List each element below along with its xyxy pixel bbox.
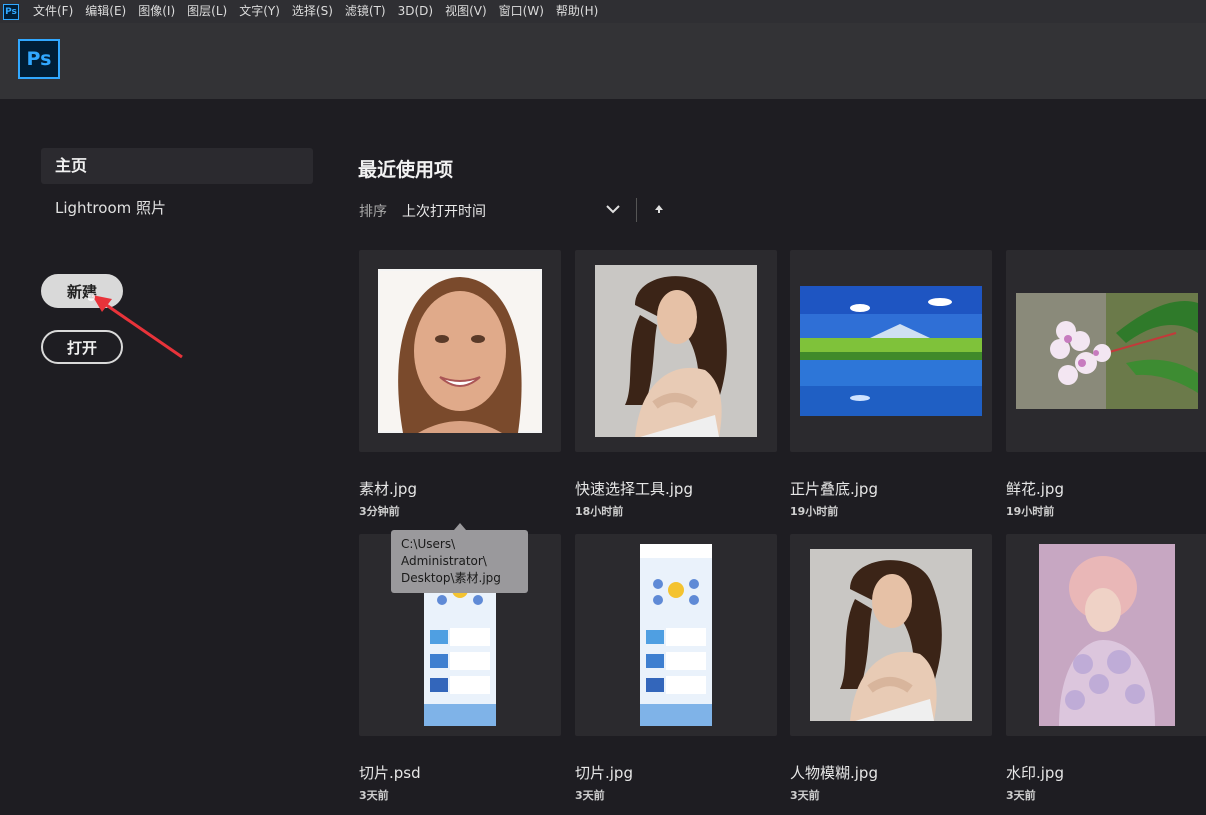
recent-file-card[interactable]: 水印.jpg 3天前: [1006, 534, 1206, 803]
photoshop-app-icon[interactable]: Ps: [3, 3, 19, 20]
recent-file-card[interactable]: 切片.jpg 3天前: [575, 534, 777, 803]
menu-filter[interactable]: 滤镜(T): [339, 0, 392, 23]
pastel-portrait-thumbnail-icon: [1039, 544, 1175, 726]
file-thumbnail[interactable]: [1006, 534, 1206, 736]
home-header: Ps: [0, 23, 1206, 99]
menu-edit[interactable]: 编辑(E): [79, 0, 132, 23]
woman-thumbnail-icon: [595, 265, 757, 437]
infographic-thumbnail-icon: [640, 544, 712, 726]
ps-logo: Ps: [18, 39, 60, 79]
file-time: 3天前: [1006, 789, 1036, 802]
file-name: 切片.psd: [359, 764, 421, 782]
landscape-thumbnail-icon: [800, 286, 982, 416]
woman-thumbnail-icon: [810, 549, 972, 721]
file-thumbnail[interactable]: [575, 534, 777, 736]
file-time: 3天前: [790, 789, 820, 802]
file-name: 快速选择工具.jpg: [575, 480, 693, 498]
recent-file-card[interactable]: 人物模糊.jpg 3天前: [790, 534, 992, 803]
file-thumbnail[interactable]: [790, 534, 992, 736]
file-thumbnail[interactable]: [575, 250, 777, 452]
portrait-thumbnail-icon: [378, 269, 542, 433]
file-time: 19小时前: [790, 505, 839, 518]
annotation-arrow-icon: [88, 293, 183, 359]
menu-window[interactable]: 窗口(W): [493, 0, 550, 23]
sidebar-item-home[interactable]: 主页: [41, 148, 313, 184]
tooltip-caret: [454, 523, 466, 530]
recent-file-card[interactable]: 素材.jpg 3分钟前: [359, 250, 561, 519]
sidebar-item-lightroom[interactable]: Lightroom 照片: [55, 197, 166, 218]
menu-view[interactable]: 视图(V): [439, 0, 493, 23]
menu-bar: Ps 文件(F) 编辑(E) 图像(I) 图层(L) 文字(Y) 选择(S) 滤…: [0, 0, 1206, 23]
sort-divider: [636, 198, 637, 222]
menu-3d[interactable]: 3D(D): [392, 0, 439, 23]
menu-layer[interactable]: 图层(L): [181, 0, 233, 23]
recent-file-card[interactable]: 鲜花.jpg 19小时前: [1006, 250, 1206, 519]
file-time: 19小时前: [1006, 505, 1055, 518]
sort-ascending-icon[interactable]: [653, 203, 665, 215]
tooltip-line: Administrator\: [401, 554, 487, 568]
file-name: 鲜花.jpg: [1006, 480, 1064, 498]
menu-file[interactable]: 文件(F): [27, 0, 79, 23]
file-name: 正片叠底.jpg: [790, 480, 878, 498]
tooltip-line: C:\Users\: [401, 537, 456, 551]
recent-file-card[interactable]: 正片叠底.jpg 19小时前: [790, 250, 992, 519]
file-name: 人物模糊.jpg: [790, 764, 878, 782]
file-thumbnail[interactable]: [790, 250, 992, 452]
file-thumbnail[interactable]: [1006, 250, 1206, 452]
chevron-down-icon[interactable]: [605, 203, 621, 215]
menu-image[interactable]: 图像(I): [132, 0, 181, 23]
flower-thumbnail-icon: [1016, 293, 1198, 409]
recent-file-card[interactable]: 快速选择工具.jpg 18小时前: [575, 250, 777, 519]
sort-dropdown[interactable]: 上次打开时间: [402, 201, 486, 221]
file-time: 3天前: [359, 789, 389, 802]
file-path-tooltip: C:\Users\ Administrator\ Desktop\素材.jpg: [391, 530, 528, 593]
file-time: 3分钟前: [359, 505, 400, 518]
menu-select[interactable]: 选择(S): [286, 0, 339, 23]
sort-label: 排序: [359, 204, 387, 220]
file-name: 切片.jpg: [575, 764, 633, 782]
file-time: 3天前: [575, 789, 605, 802]
file-thumbnail[interactable]: [359, 250, 561, 452]
menu-type[interactable]: 文字(Y): [233, 0, 286, 23]
file-time: 18小时前: [575, 505, 624, 518]
file-name: 素材.jpg: [359, 480, 417, 498]
tooltip-line: Desktop\素材.jpg: [401, 571, 501, 585]
menu-help[interactable]: 帮助(H): [550, 0, 604, 23]
recent-title: 最近使用项: [358, 159, 454, 181]
file-name: 水印.jpg: [1006, 764, 1064, 782]
